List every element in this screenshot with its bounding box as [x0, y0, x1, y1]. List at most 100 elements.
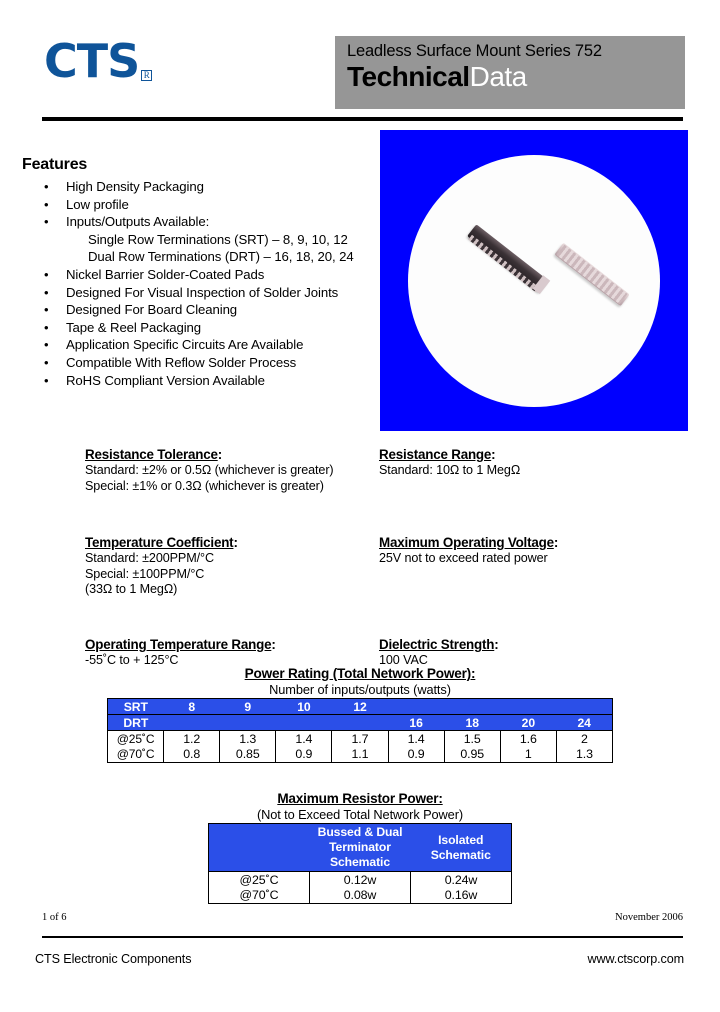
features-list: • High Density Packaging • Low profile •… — [22, 178, 382, 389]
row-label-drt: DRT — [107, 714, 164, 731]
page-number: 1 of 6 — [42, 912, 67, 923]
srt-cell — [500, 698, 557, 715]
power-rating-table: SRT 8 9 10 12 DRT 16 18 20 24 @25˚C 1.2 … — [107, 698, 613, 763]
feature-item: • Application Specific Circuits Are Avai… — [44, 336, 382, 354]
feature-item: • RoHS Compliant Version Available — [44, 372, 382, 390]
table-row: @70˚C 0.08w 0.16w — [208, 887, 512, 904]
spec-line: Standard: 10Ω to 1 MegΩ — [379, 463, 521, 477]
data-cell: 0.95 — [444, 746, 501, 763]
banner-title: TechnicalData — [347, 62, 685, 91]
page-header: CTS R Leadless Surface Mount Series 752 … — [0, 0, 720, 125]
drt-cell — [331, 714, 389, 731]
column-header-bussed-line2: Terminator Schematic — [329, 840, 391, 869]
feature-label: RoHS Compliant Version Available — [66, 372, 265, 388]
bullet-icon: • — [44, 372, 49, 388]
table-row: @70˚C 0.8 0.85 0.9 1.1 0.9 0.95 1 1.3 — [107, 746, 613, 763]
spec-operating-temperature-range: Operating Temperature Range: -55˚C to + … — [85, 636, 375, 669]
banner-subtitle: Leadless Surface Mount Series 752 — [347, 42, 602, 60]
cts-logo: CTS R — [44, 34, 153, 88]
table-row-srt: SRT 8 9 10 12 — [107, 698, 613, 715]
banner-title-data: Data — [469, 60, 528, 92]
row-label: @70˚C — [107, 746, 165, 763]
header-divider-rule — [42, 117, 683, 121]
feature-item: • High Density Packaging — [44, 178, 382, 196]
spec-title-text: Temperature Coefficient — [85, 535, 234, 550]
bullet-icon: • — [44, 354, 49, 370]
feature-item: • Inputs/Outputs Available: — [44, 213, 382, 231]
table-row-drt: DRT 16 18 20 24 — [107, 714, 613, 731]
column-header-bussed-line1: Bussed & Dual — [317, 825, 403, 839]
spec-title: Maximum Operating Voltage: — [379, 535, 559, 550]
feature-subitem-srt: Single Row Terminations (SRT) – 8, 9, 10… — [88, 231, 348, 247]
feature-label: Designed For Visual Inspection of Solder… — [66, 284, 339, 300]
spec-title-text: Dielectric Strength — [379, 637, 495, 652]
data-cell: 1.1 — [331, 746, 389, 763]
feature-item: • Tape & Reel Packaging — [44, 319, 382, 337]
company-website-link[interactable]: www.ctscorp.com — [588, 952, 685, 966]
spec-title: Operating Temperature Range: — [85, 637, 276, 652]
data-cell: 1.5 — [444, 730, 501, 747]
max-resistor-power-subtitle: (Not to Exceed Total Network Power) — [256, 807, 464, 822]
row-label: @25˚C — [107, 730, 165, 747]
feature-label: Low profile — [66, 196, 129, 212]
srt-cell — [444, 698, 501, 715]
spec-temperature-coefficient: Temperature Coefficient: Standard: ±200P… — [85, 534, 375, 620]
feature-label: High Density Packaging — [66, 179, 204, 194]
features-heading: Features — [22, 156, 88, 173]
feature-item: • Designed For Visual Inspection of Sold… — [44, 284, 382, 302]
feature-label: Designed For Board Cleaning — [66, 302, 238, 318]
features-section: Features • High Density Packaging • Low … — [22, 156, 382, 389]
column-header-isolated: Isolated Schematic — [410, 823, 512, 872]
data-cell-isolated: 0.24w — [444, 872, 478, 887]
srt-cell — [388, 698, 445, 715]
max-resistor-power-title: Maximum Resistor Power: — [277, 791, 443, 806]
data-cell: 0.9 — [275, 746, 333, 763]
spec-title-text: Operating Temperature Range — [85, 637, 272, 652]
feature-label: Inputs/Outputs Available: — [66, 214, 210, 230]
feature-label: Compatible With Reflow Solder Process — [66, 354, 297, 370]
data-cell-bussed: 0.12w — [309, 871, 411, 888]
data-cell: 1.4 — [388, 730, 445, 747]
cts-logo-text: CTS — [44, 34, 140, 88]
feature-label: Nickel Barrier Solder-Coated Pads — [66, 266, 265, 282]
data-cell: 1.4 — [275, 730, 333, 747]
column-header-isolated-line2: Schematic — [430, 847, 491, 862]
drt-cell: 16 — [388, 714, 445, 731]
bullet-icon: • — [44, 196, 49, 212]
spec-line: 25V not to exceed rated power — [379, 551, 548, 565]
data-cell: 1.2 — [163, 730, 221, 747]
data-cell: 1.7 — [331, 730, 389, 747]
data-cell: 1 — [500, 746, 557, 763]
spec-title: Dielectric Strength: — [379, 637, 499, 652]
spec-title: Temperature Coefficient: — [85, 535, 238, 550]
spec-line: Standard: ±200PPM/°C — [85, 551, 214, 565]
banner-title-technical: Technical — [347, 60, 470, 92]
feature-item: • Compatible With Reflow Solder Process — [44, 354, 382, 372]
data-cell: 1.3 — [219, 730, 277, 747]
spec-title: Resistance Tolerance: — [85, 447, 222, 462]
drt-cell — [275, 714, 332, 731]
drt-cell: 24 — [556, 714, 613, 731]
spec-line: Special: ±1% or 0.3Ω (whichever is great… — [85, 478, 324, 493]
resistor-end-cap — [532, 274, 551, 294]
data-cell: 1.6 — [500, 730, 557, 747]
bullet-icon: • — [44, 266, 49, 282]
data-cell: 0.8 — [163, 746, 221, 763]
bullet-icon: • — [44, 337, 49, 353]
srt-cell: 8 — [163, 698, 220, 715]
power-rating-subtitle: Number of inputs/outputs (watts) — [269, 682, 451, 697]
row-label: @70˚C — [208, 887, 310, 904]
bullet-icon: • — [44, 214, 49, 230]
spec-resistance-range: Resistance Range: Standard: 10Ω to 1 Meg… — [379, 446, 679, 518]
bullet-icon: • — [44, 319, 49, 335]
spec-title-text: Resistance Range — [379, 447, 492, 462]
data-cell: 0.85 — [219, 746, 277, 763]
data-cell-bussed: 0.08w — [309, 887, 411, 904]
spec-maximum-operating-voltage: Maximum Operating Voltage: 25V not to ex… — [379, 534, 679, 620]
srt-cell: 9 — [219, 698, 276, 715]
feature-label: Application Specific Circuits Are Availa… — [66, 337, 304, 353]
company-name: CTS Electronic Components — [35, 952, 192, 966]
data-cell: 2 — [556, 730, 613, 747]
spec-line: Special: ±100PPM/°C — [85, 566, 205, 581]
table-header-row: Bussed & Dual Terminator Schematic Isola… — [208, 823, 512, 872]
